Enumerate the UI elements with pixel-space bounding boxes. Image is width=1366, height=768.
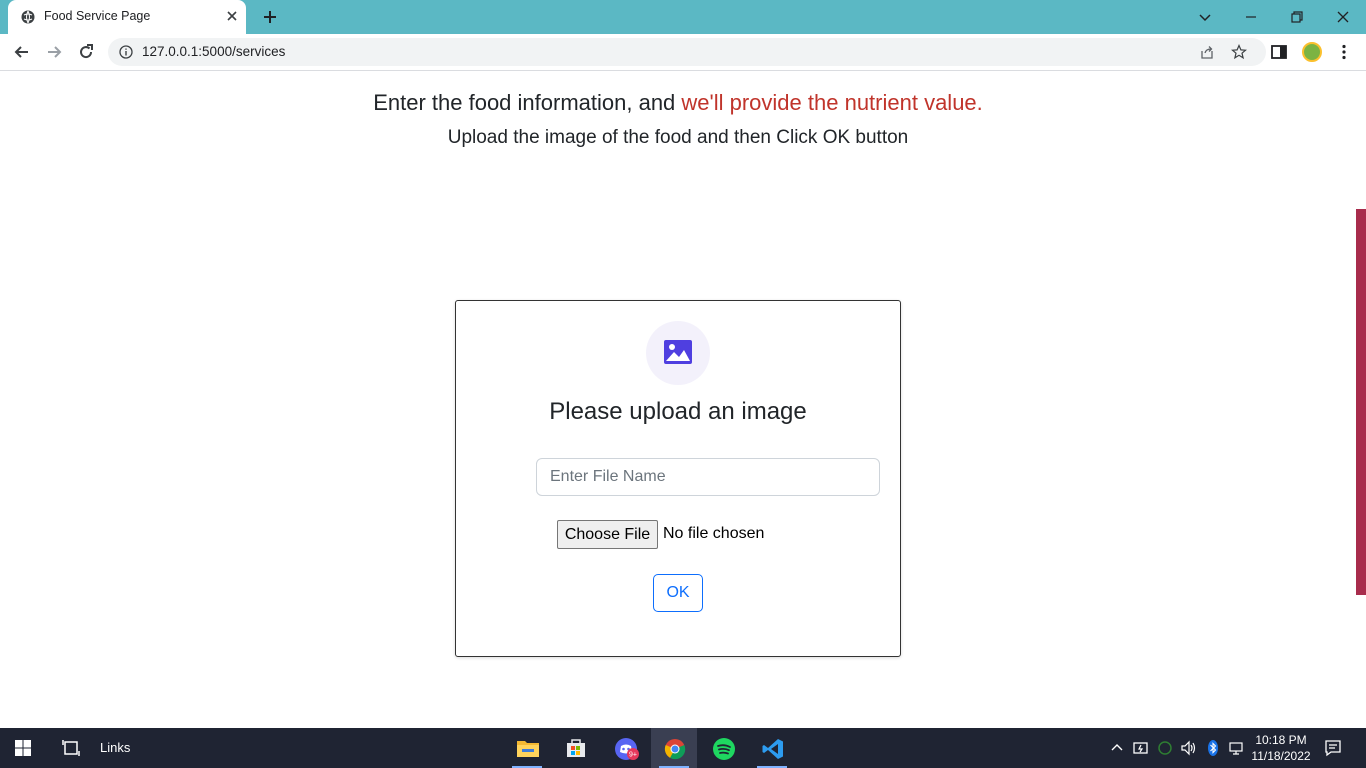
spotify-icon — [713, 738, 735, 760]
discord-badge: 9+ — [629, 752, 637, 759]
notification-center-icon[interactable] — [1324, 739, 1342, 757]
restore-icon[interactable] — [1285, 5, 1309, 29]
power-plan-icon[interactable] — [1132, 739, 1150, 757]
close-window-icon[interactable] — [1331, 5, 1355, 29]
side-accent-bar — [1356, 209, 1366, 595]
taskbar-discord[interactable]: 9+ — [602, 728, 648, 768]
choose-file-button[interactable]: Choose File — [557, 520, 658, 549]
reload-icon[interactable] — [76, 42, 96, 62]
windows-taskbar: Links 9+ 10:18 PM 11/18/2022 — [0, 728, 1366, 768]
start-button[interactable] — [0, 728, 46, 768]
file-name-input[interactable] — [536, 458, 880, 496]
taskbar-vscode[interactable] — [749, 728, 795, 768]
forward-icon[interactable] — [44, 42, 64, 62]
no-file-status: No file chosen — [663, 525, 765, 542]
address-bar[interactable]: 127.0.0.1:5000/services — [108, 38, 1266, 66]
show-hidden-icons-chevron-icon[interactable] — [1108, 739, 1126, 757]
back-icon[interactable] — [12, 42, 32, 62]
taskbar-store[interactable] — [553, 728, 599, 768]
new-tab-icon[interactable] — [260, 7, 280, 27]
vscode-icon — [762, 739, 783, 759]
browser-tab[interactable]: Food Service Page — [8, 0, 246, 34]
menu-kebab-icon[interactable] — [1335, 43, 1353, 61]
page-heading: Enter the food information, and we'll pr… — [0, 90, 1356, 116]
side-panel-icon[interactable] — [1270, 43, 1288, 61]
heading-accent: we'll provide the nutrient value. — [681, 90, 983, 115]
discord-icon: 9+ — [615, 738, 639, 760]
system-clock[interactable]: 10:18 PM 11/18/2022 — [1248, 732, 1314, 764]
status-circle-icon[interactable] — [1156, 739, 1174, 757]
volume-icon[interactable] — [1180, 739, 1198, 757]
browser-titlebar: Food Service Page — [0, 0, 1366, 34]
clock-time: 10:18 PM — [1255, 733, 1307, 747]
profile-avatar[interactable] — [1302, 42, 1322, 62]
bookmark-star-icon[interactable] — [1231, 44, 1247, 60]
site-info-icon[interactable] — [119, 45, 133, 59]
page-subheading: Upload the image of the food and then Cl… — [447, 127, 909, 148]
links-toolbar-label[interactable]: Links — [100, 740, 130, 755]
upload-title: Please upload an image — [549, 398, 807, 425]
windows-logo-icon — [15, 740, 31, 756]
task-view-button[interactable] — [48, 728, 94, 768]
image-icon-circle — [646, 321, 710, 385]
browser-toolbar: 127.0.0.1:5000/services — [0, 34, 1366, 71]
image-icon — [664, 340, 692, 364]
task-view-icon — [62, 740, 80, 756]
taskbar-spotify[interactable] — [700, 728, 746, 768]
close-tab-icon[interactable] — [224, 8, 240, 24]
store-icon — [567, 739, 585, 757]
page-content: Enter the food information, and we'll pr… — [0, 71, 1366, 728]
bluetooth-icon[interactable] — [1204, 739, 1222, 757]
folder-icon — [517, 741, 539, 757]
network-icon[interactable] — [1228, 739, 1246, 757]
heading-main: Enter the food information, and — [373, 90, 682, 115]
tab-title: Food Service Page — [44, 9, 151, 23]
taskbar-chrome[interactable] — [651, 728, 697, 768]
share-icon[interactable] — [1199, 44, 1215, 60]
ok-button[interactable]: OK — [653, 574, 703, 612]
minimize-icon[interactable] — [1239, 5, 1263, 29]
upload-card: Please upload an image Choose File No fi… — [455, 300, 901, 657]
clock-date: 11/18/2022 — [1251, 749, 1311, 763]
chrome-icon — [664, 739, 686, 760]
url-text[interactable]: 127.0.0.1:5000/services — [142, 44, 285, 59]
tab-search-icon[interactable] — [1193, 5, 1217, 29]
globe-icon — [21, 10, 35, 24]
taskbar-file-explorer[interactable] — [504, 728, 550, 768]
